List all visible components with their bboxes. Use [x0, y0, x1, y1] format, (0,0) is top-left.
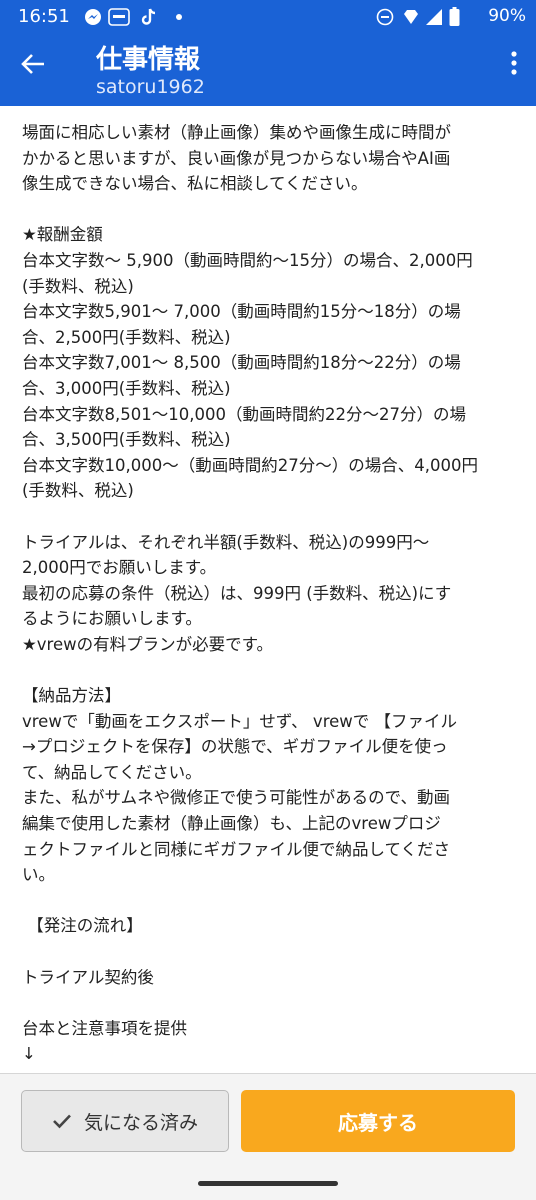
status-bar: 16:51 90% — [0, 0, 536, 34]
messenger-icon — [85, 9, 101, 25]
vpn-icon — [404, 10, 418, 24]
page-title: 仕事情報 — [96, 45, 201, 75]
system-nav-bar — [0, 1163, 536, 1200]
favorite-button[interactable]: 気になる済み — [21, 1090, 229, 1152]
page-subtitle: satoru1962 — [96, 76, 205, 98]
app-bar: 仕事情報 satoru1962 — [0, 34, 536, 106]
apply-button-label: 応募する — [338, 1110, 418, 1135]
more-vert-icon[interactable] — [510, 50, 518, 86]
dnd-icon — [376, 8, 394, 26]
more-vert-icon[interactable] — [510, 50, 518, 76]
check-icon — [53, 1114, 71, 1129]
gesture-handle[interactable] — [198, 1181, 338, 1186]
temu-icon — [108, 8, 130, 26]
status-time: 16:51 — [18, 6, 70, 27]
signal-icon — [426, 9, 442, 25]
battery-percent: 90% — [488, 6, 526, 26]
back-arrow-icon[interactable] — [20, 51, 46, 77]
favorite-button-label: 気になる済み — [83, 1111, 198, 1134]
dot-icon — [176, 14, 182, 20]
job-description[interactable]: 場面に相応しい素材（静止画像）集めや画像生成に時間が かかると思いますが、良い画… — [0, 106, 536, 1072]
job-description-text: 場面に相応しい素材（静止画像）集めや画像生成に時間が かかると思いますが、良い画… — [22, 123, 478, 1064]
back-arrow-icon[interactable] — [20, 50, 46, 86]
battery-icon — [449, 7, 460, 26]
action-bar: 気になる済み 応募する — [0, 1073, 536, 1164]
apply-button[interactable]: 応募する — [241, 1090, 515, 1152]
tiktok-icon — [141, 8, 156, 25]
